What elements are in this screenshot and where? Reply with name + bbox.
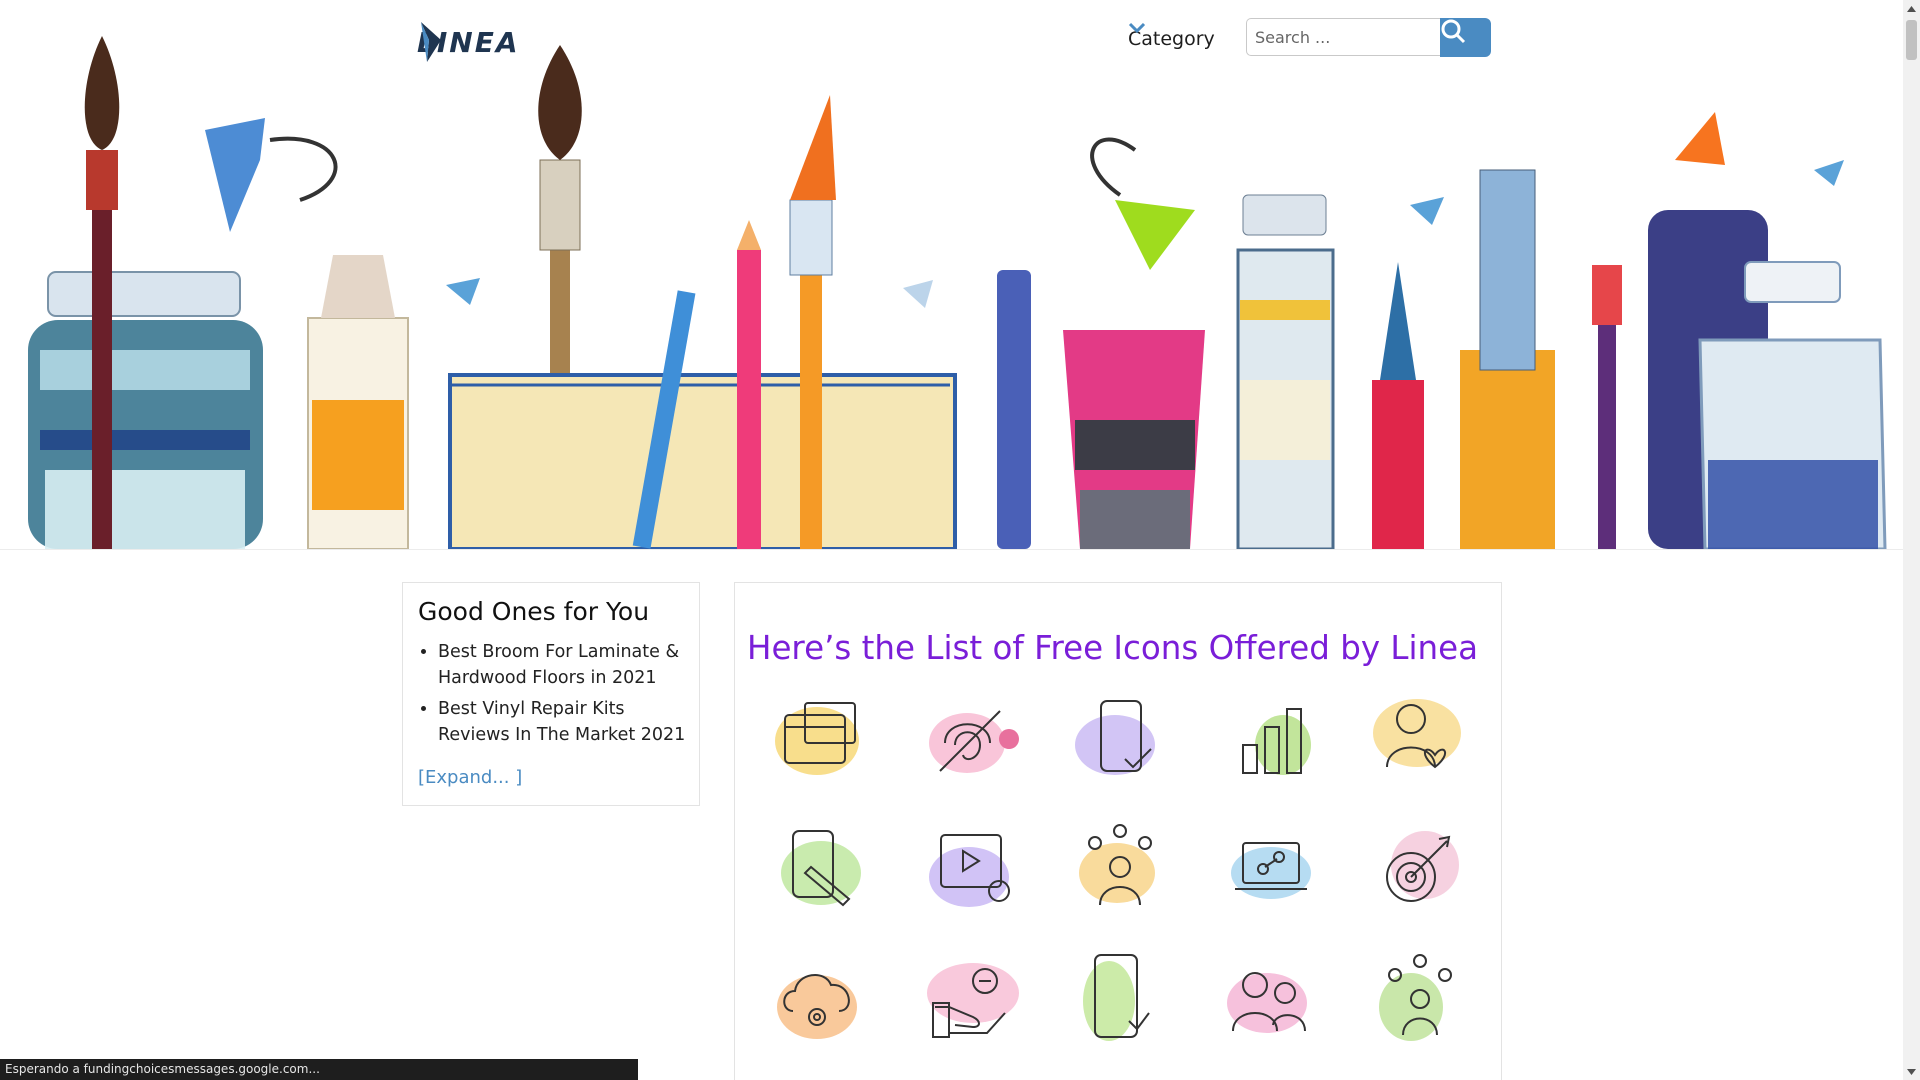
scroll-up-button[interactable]	[1903, 0, 1920, 17]
widget-title: Good Ones for You	[418, 597, 650, 626]
list-item: Best Vinyl Repair Kits Reviews In The Ma…	[438, 696, 698, 748]
video-replay-icon[interactable]	[915, 821, 1025, 921]
search-icon	[1441, 19, 1466, 44]
hero-banner: LINEA Category	[0, 0, 1903, 550]
mobile-edit-icon[interactable]	[765, 821, 875, 921]
search-input[interactable]	[1246, 18, 1440, 56]
bar-chart-icon[interactable]	[1215, 693, 1325, 793]
scroll-up-icon	[1907, 5, 1916, 12]
scroll-thumb[interactable]	[1906, 20, 1917, 60]
mobile-checkmark-icon[interactable]	[1065, 693, 1175, 793]
team-growth-icon[interactable]	[1365, 951, 1475, 1051]
mobile-download-icon[interactable]	[1065, 951, 1175, 1051]
scroll-down-button[interactable]	[1903, 1063, 1920, 1080]
search-button[interactable]	[1440, 18, 1491, 57]
recommended-link[interactable]: Best Broom For Laminate & Hardwood Floor…	[438, 642, 679, 688]
logo-mark-icon	[421, 22, 441, 62]
article-title: Here’s the List of Free Icons Offered by…	[747, 629, 1479, 667]
art-supplies-illustration	[28, 36, 1887, 549]
hidden-fingerprint-icon[interactable]	[915, 693, 1025, 793]
hand-coin-icon[interactable]	[915, 951, 1025, 1051]
article-card: Here’s the List of Free Icons Offered by…	[734, 582, 1502, 1080]
page: LINEA Category Good Ones for You Best Br…	[0, 0, 1903, 1080]
laptop-link-icon[interactable]	[1215, 821, 1325, 921]
recommended-link[interactable]: Best Vinyl Repair Kits Reviews In The Ma…	[438, 699, 685, 745]
expand-link[interactable]: [Expand... ]	[418, 767, 522, 788]
recommended-list: Best Broom For Laminate & Hardwood Floor…	[418, 639, 698, 753]
site-logo[interactable]: LINEA	[417, 20, 520, 64]
vertical-scrollbar[interactable]	[1903, 0, 1920, 1080]
category-dropdown[interactable]: Category	[1128, 22, 1215, 56]
target-arrow-icon[interactable]	[1365, 821, 1475, 921]
team-leader-icon[interactable]	[1065, 821, 1175, 921]
cloud-settings-icon[interactable]	[765, 951, 875, 1051]
chevron-down-icon	[1128, 22, 1146, 34]
users-group-icon[interactable]	[1215, 951, 1325, 1051]
list-item: Best Broom For Laminate & Hardwood Floor…	[438, 639, 698, 691]
good-ones-widget: Good Ones for You Best Broom For Laminat…	[402, 582, 700, 806]
browser-status-bar: Esperando a fundingchoicesmessages.googl…	[0, 1059, 638, 1080]
scroll-down-icon	[1907, 1068, 1916, 1075]
user-heart-icon[interactable]	[1365, 693, 1475, 793]
browser-window-icon[interactable]	[765, 693, 875, 793]
